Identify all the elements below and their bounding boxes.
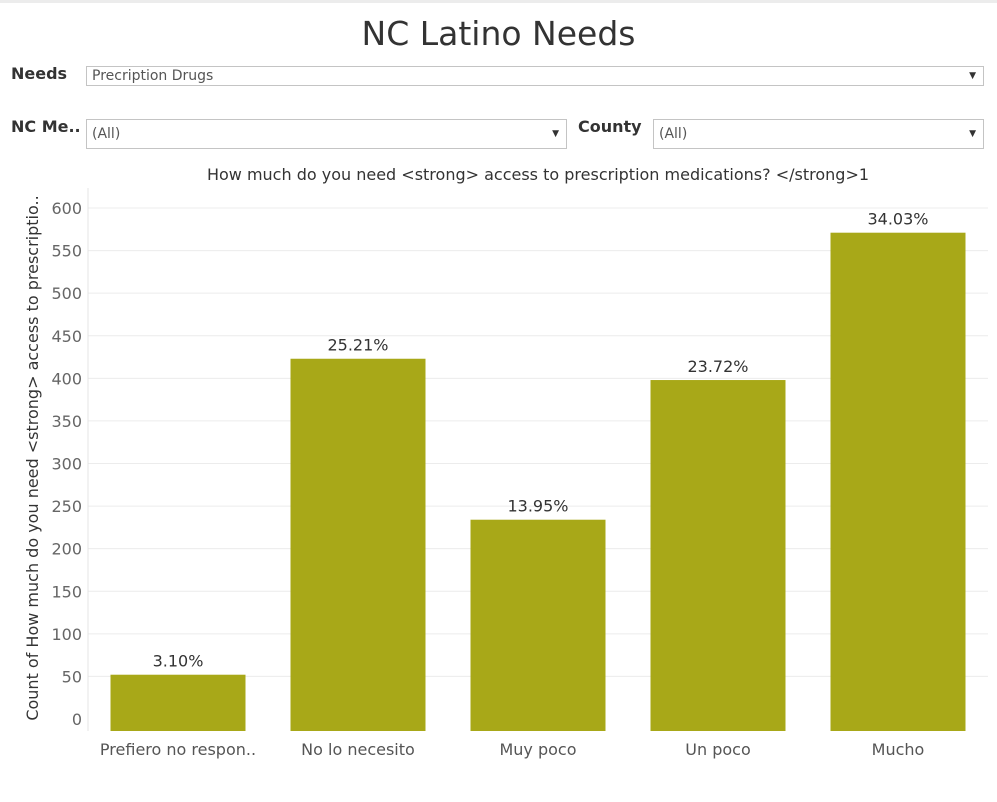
- x-category-label: Mucho: [872, 740, 925, 759]
- y-tick-label: 200: [51, 540, 82, 559]
- y-axis-title: Count of How much do you need <strong> a…: [23, 195, 42, 720]
- bar-chart: How much do you need <strong> access to …: [23, 165, 988, 759]
- bar: [470, 519, 606, 731]
- x-category-label: Prefiero no respon..: [100, 740, 256, 759]
- data-label: 13.95%: [507, 497, 568, 516]
- chart-title: How much do you need <strong> access to …: [207, 165, 869, 184]
- y-tick-label: 400: [51, 369, 82, 388]
- y-tick-label: 100: [51, 625, 82, 644]
- data-label: 23.72%: [687, 357, 748, 376]
- y-tick-label: 300: [51, 455, 82, 474]
- y-tick-label: 150: [51, 582, 82, 601]
- y-tick-label: 550: [51, 242, 82, 261]
- y-tick-label: 450: [51, 327, 82, 346]
- bar: [830, 232, 966, 731]
- y-tick-label: 50: [62, 667, 82, 686]
- y-tick-label: 350: [51, 412, 82, 431]
- y-tick-label: 600: [51, 199, 82, 218]
- bar: [110, 674, 246, 731]
- y-tick-label: 500: [51, 284, 82, 303]
- data-label: 34.03%: [867, 210, 928, 229]
- bar: [650, 380, 786, 731]
- y-tick-label: 250: [51, 497, 82, 516]
- bar: [290, 358, 426, 731]
- x-category-label: Un poco: [685, 740, 750, 759]
- data-label: 25.21%: [327, 336, 388, 355]
- y-tick-label: 0: [72, 710, 82, 729]
- data-label: 3.10%: [153, 652, 204, 671]
- x-category-label: No lo necesito: [301, 740, 415, 759]
- x-category-label: Muy poco: [499, 740, 576, 759]
